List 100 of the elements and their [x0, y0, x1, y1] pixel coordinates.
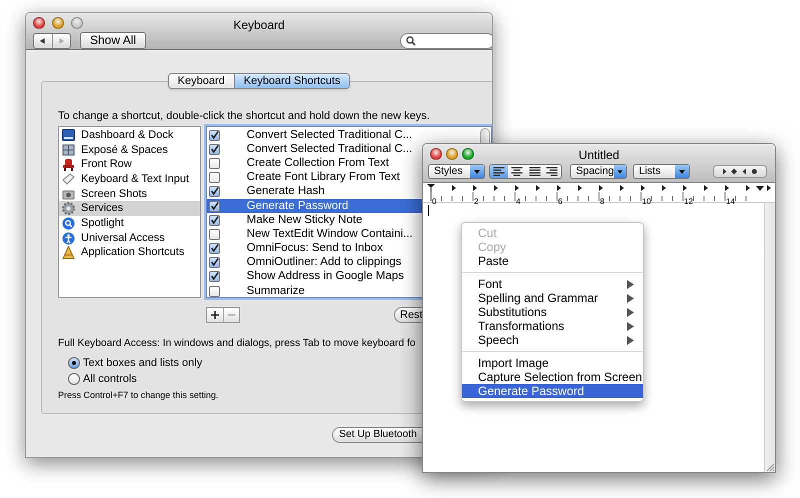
service-label: Generate Hash	[246, 185, 325, 198]
service-label: OmniOutliner: Add to clippings	[246, 256, 402, 270]
radio-label: Text boxes and lists only	[83, 356, 202, 370]
service-row[interactable]: Convert Selected Traditional C...	[206, 142, 422, 156]
category-label: Services	[81, 202, 124, 216]
ruler-label: 4	[516, 197, 520, 206]
service-label: Summarize	[246, 284, 305, 298]
service-row[interactable]: Generate Password	[206, 198, 422, 214]
tab[interactable]: Keyboard	[168, 74, 234, 88]
menu-item[interactable]: Import Image	[462, 356, 643, 370]
service-label: Convert Selected Traditional C...	[246, 142, 412, 156]
tab[interactable]: Keyboard Shortcuts	[234, 74, 350, 88]
close-button[interactable]	[33, 16, 45, 28]
checkbox[interactable]	[208, 130, 220, 141]
service-label: OmniFocus: Send to Inbox	[246, 242, 383, 256]
category-item[interactable]: Application Shortcuts	[59, 246, 200, 260]
person-icon	[62, 232, 75, 245]
show-all-button[interactable]: Show All	[80, 32, 146, 49]
popup-button[interactable]: Spacing	[570, 164, 627, 179]
popup-button[interactable]: Styles	[428, 164, 485, 179]
service-row[interactable]: Generate Hash	[206, 184, 422, 199]
close-button[interactable]	[430, 148, 442, 160]
service-label: Convert Selected Traditional C...	[246, 128, 412, 142]
zoom-button[interactable]	[71, 16, 83, 28]
ruler-label: 10	[642, 197, 651, 206]
category-item[interactable]: Exposé & Spaces	[59, 142, 200, 158]
category-label: Universal Access	[81, 232, 165, 245]
category-label: Exposé & Spaces	[81, 144, 168, 157]
menu-item[interactable]: Substitutions	[462, 305, 643, 319]
checkbox[interactable]	[208, 228, 220, 240]
service-row[interactable]: OmniFocus: Send to Inbox	[206, 242, 422, 256]
align-center-button[interactable]	[508, 165, 526, 178]
radio-button[interactable]	[68, 373, 80, 385]
checkbox[interactable]	[208, 144, 220, 155]
checkbox[interactable]	[208, 158, 220, 169]
search-icon	[406, 36, 416, 46]
service-row[interactable]: OmniOutliner: Add to clippings	[206, 256, 422, 270]
menu-item[interactable]: Spelling and Grammar	[462, 291, 643, 305]
checkbox[interactable]	[208, 286, 220, 297]
camera-icon	[62, 188, 75, 200]
scrollbar[interactable]	[764, 203, 775, 472]
menu-item[interactable]: Font	[462, 277, 643, 291]
category-item[interactable]: Spotlight	[59, 216, 200, 231]
ruler-label: 12	[684, 197, 693, 206]
ruler-label: 14	[726, 197, 735, 206]
checkbox[interactable]	[208, 200, 220, 212]
service-row[interactable]: Show Address in Google Maps	[206, 270, 422, 284]
category-label: Keyboard & Text Input	[81, 172, 190, 186]
right-margin-marker[interactable]	[756, 186, 764, 191]
checkbox[interactable]	[208, 172, 220, 184]
ruler-label: 2	[474, 197, 478, 206]
category-item[interactable]: Screen Shots	[59, 186, 200, 202]
service-row[interactable]: Make New Sticky Note	[206, 213, 422, 228]
category-label: Application Shortcuts	[81, 246, 184, 260]
instructions-text: To change a shortcut, double-click the shortcut and hold down the new keys.	[58, 109, 431, 123]
minimize-button[interactable]	[52, 16, 64, 28]
checkbox[interactable]	[208, 257, 220, 268]
service-row[interactable]: New TextEdit Window Containi...	[206, 227, 422, 242]
gear-icon	[62, 202, 75, 216]
service-row[interactable]: Create Font Library From Text	[206, 170, 422, 185]
ruler-label: 6	[558, 197, 562, 206]
window-title: Untitled	[578, 147, 620, 164]
radio-button[interactable]	[68, 357, 80, 369]
search-field[interactable]	[400, 32, 492, 48]
minimize-button[interactable]	[446, 148, 458, 160]
align-left-button[interactable]	[490, 165, 508, 178]
checkbox[interactable]	[208, 214, 220, 226]
service-label: Create Font Library From Text	[246, 171, 400, 184]
checkbox[interactable]	[208, 243, 220, 254]
category-item[interactable]: Universal Access	[59, 230, 200, 246]
resize-grip-icon[interactable]	[765, 462, 775, 472]
category-label: Front Row	[81, 158, 132, 172]
ruler-label: 8	[600, 197, 604, 206]
service-row[interactable]: Create Collection From Text	[206, 156, 422, 171]
zoom-button[interactable]	[462, 148, 474, 160]
checkbox[interactable]	[208, 186, 220, 198]
tab-stop-icons[interactable]	[713, 165, 767, 178]
menu-item[interactable]: Transformations	[462, 319, 643, 333]
service-row[interactable]: Convert Selected Traditional C...	[206, 128, 422, 142]
restore-button[interactable]: Rest	[394, 307, 422, 323]
category-label: Spotlight	[81, 216, 124, 230]
menu-item[interactable]: Generate Password	[462, 384, 643, 398]
menu-item[interactable]: Speech	[462, 333, 643, 347]
radio-label: All controls	[83, 372, 137, 386]
grid-icon	[62, 144, 75, 156]
menu-item[interactable]: Capture Selection from Screen	[462, 370, 643, 384]
service-row[interactable]: Summarize	[206, 284, 422, 298]
dock-icon	[62, 129, 75, 142]
popup-button[interactable]: Lists	[633, 164, 690, 179]
service-label: New TextEdit Window Containi...	[246, 228, 413, 241]
checkbox[interactable]	[208, 271, 220, 282]
menu-item[interactable]: Paste	[462, 254, 643, 268]
align-right-button[interactable]	[543, 165, 561, 178]
category-item[interactable]: Front Row	[59, 157, 200, 172]
category-item[interactable]: Services	[59, 201, 200, 216]
bluetooth-button[interactable]: Set Up Bluetooth	[332, 427, 422, 443]
service-label: Generate Password	[246, 200, 348, 213]
category-item[interactable]: Dashboard & Dock	[59, 128, 200, 143]
category-item[interactable]: Keyboard & Text Input	[59, 172, 200, 187]
category-label: Screen Shots	[81, 188, 148, 201]
